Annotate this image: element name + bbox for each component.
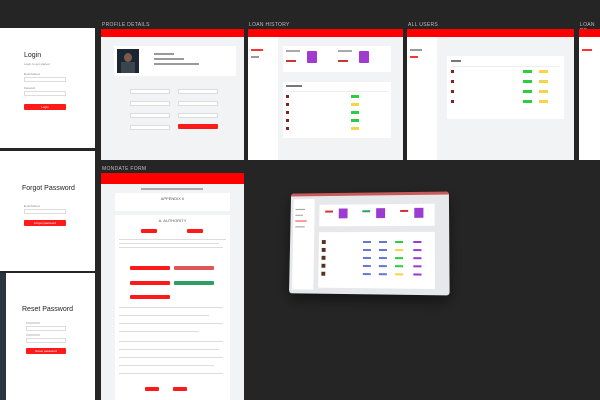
form-field-red-4[interactable] bbox=[130, 295, 170, 299]
form-field-red-2[interactable] bbox=[174, 266, 214, 270]
top-bar bbox=[248, 29, 403, 37]
new-password-field[interactable] bbox=[26, 326, 66, 331]
authority-section: A. AUTHORITY bbox=[115, 215, 230, 400]
table-row bbox=[286, 111, 388, 115]
password-label: Password bbox=[24, 87, 35, 90]
profile-card bbox=[114, 46, 236, 76]
profile-field-4[interactable] bbox=[178, 101, 218, 106]
form-field-red-1[interactable] bbox=[130, 266, 170, 270]
table-row bbox=[322, 240, 432, 244]
email-field[interactable] bbox=[24, 77, 66, 82]
reset-backdrop bbox=[0, 273, 6, 400]
profile-field-3[interactable] bbox=[130, 101, 170, 106]
all-users-frame bbox=[407, 29, 574, 160]
confirm-password-field[interactable] bbox=[26, 338, 66, 343]
profile-field-6[interactable] bbox=[178, 113, 218, 118]
sidebar-item-dashboard[interactable] bbox=[251, 49, 263, 51]
form-option-2[interactable] bbox=[187, 229, 203, 233]
tablet-card-icon-2 bbox=[376, 208, 385, 218]
forgot-password-button[interactable]: Forgot password bbox=[24, 220, 66, 226]
table-row bbox=[321, 272, 432, 277]
form-signature-1[interactable] bbox=[145, 387, 159, 391]
reset-password-card: Reset Password Reset password bbox=[0, 273, 95, 400]
table-row bbox=[322, 256, 432, 260]
forgot-password-card: Forgot Password Email Address Forgot pas… bbox=[0, 151, 95, 271]
form-field-green[interactable] bbox=[174, 281, 214, 285]
frame-label-profile: PROFILE DETAILS bbox=[102, 22, 150, 28]
table-row bbox=[321, 264, 431, 269]
table-row bbox=[286, 119, 388, 123]
form-frame: APPENDIX II A. AUTHORITY bbox=[101, 173, 244, 400]
reset-password-button[interactable]: Reset password bbox=[26, 348, 66, 354]
profile-field-5[interactable] bbox=[130, 113, 170, 118]
table-row bbox=[322, 248, 432, 252]
profile-line-1 bbox=[154, 53, 174, 55]
table-row bbox=[286, 95, 388, 99]
table-row bbox=[286, 103, 388, 107]
appendix-title: APPENDIX II bbox=[115, 193, 230, 201]
password-field[interactable] bbox=[24, 91, 66, 96]
repay-icon bbox=[359, 51, 369, 63]
sidebar bbox=[248, 37, 278, 160]
forgot-title: Forgot Password bbox=[22, 185, 75, 192]
tablet-mockup bbox=[289, 192, 450, 296]
table-row bbox=[451, 80, 561, 84]
table-row bbox=[451, 70, 561, 74]
loan-history-frame bbox=[248, 29, 403, 160]
email-label: Email Address bbox=[24, 73, 40, 76]
form-option-1[interactable] bbox=[141, 229, 157, 233]
tablet-card-icon-3 bbox=[414, 208, 423, 218]
top-bar bbox=[101, 173, 244, 184]
appendix-header: APPENDIX II bbox=[115, 193, 230, 211]
form-field-red-3[interactable] bbox=[130, 281, 170, 285]
tablet-cards bbox=[319, 204, 435, 227]
transactions-table bbox=[283, 82, 391, 138]
profile-details-frame bbox=[101, 29, 244, 160]
loan-re-frame bbox=[579, 29, 600, 160]
reset-field-label bbox=[26, 322, 40, 324]
profile-field-7[interactable] bbox=[130, 125, 170, 130]
summary-cards bbox=[283, 46, 391, 72]
frame-label-form: MONDATE FORM bbox=[102, 166, 146, 172]
form-signature-2[interactable] bbox=[173, 387, 187, 391]
top-bar bbox=[579, 29, 600, 37]
profile-field-1[interactable] bbox=[130, 89, 170, 94]
sidebar-item-users[interactable] bbox=[410, 56, 418, 58]
table-row bbox=[451, 100, 561, 104]
reset-confirm-label bbox=[26, 334, 40, 336]
authority-heading: A. AUTHORITY bbox=[115, 215, 230, 223]
login-subtitle: Login to get started bbox=[24, 62, 50, 66]
tablet-top-bar bbox=[291, 192, 449, 197]
login-button[interactable]: Login bbox=[24, 104, 66, 110]
top-bar bbox=[407, 29, 574, 37]
frame-label-all-users: ALL USERS bbox=[408, 22, 438, 28]
profile-field-2[interactable] bbox=[178, 89, 218, 94]
login-title: Login bbox=[24, 52, 41, 59]
sidebar bbox=[407, 37, 437, 160]
table-row bbox=[451, 90, 561, 94]
forgot-email-field[interactable] bbox=[24, 209, 66, 214]
reset-title: Reset Password bbox=[22, 306, 73, 313]
avatar bbox=[117, 49, 139, 73]
tablet-table bbox=[318, 232, 435, 289]
table-row bbox=[286, 127, 388, 131]
login-card: Login Login to get started Email Address… bbox=[0, 28, 95, 148]
tablet-sidebar bbox=[292, 199, 315, 290]
profile-line-2 bbox=[154, 58, 184, 60]
users-table bbox=[447, 56, 564, 119]
frame-label-loan-history: LOAN HISTORY bbox=[249, 22, 290, 28]
loan-icon bbox=[307, 51, 317, 63]
profile-line-3 bbox=[154, 63, 199, 65]
sidebar-item-loans[interactable] bbox=[251, 56, 259, 58]
sidebar-item-dashboard[interactable] bbox=[410, 49, 422, 51]
update-button[interactable] bbox=[178, 124, 218, 129]
forgot-email-label: Email Address bbox=[24, 205, 40, 208]
tablet-card-icon-1 bbox=[339, 208, 348, 218]
top-bar bbox=[101, 29, 244, 37]
